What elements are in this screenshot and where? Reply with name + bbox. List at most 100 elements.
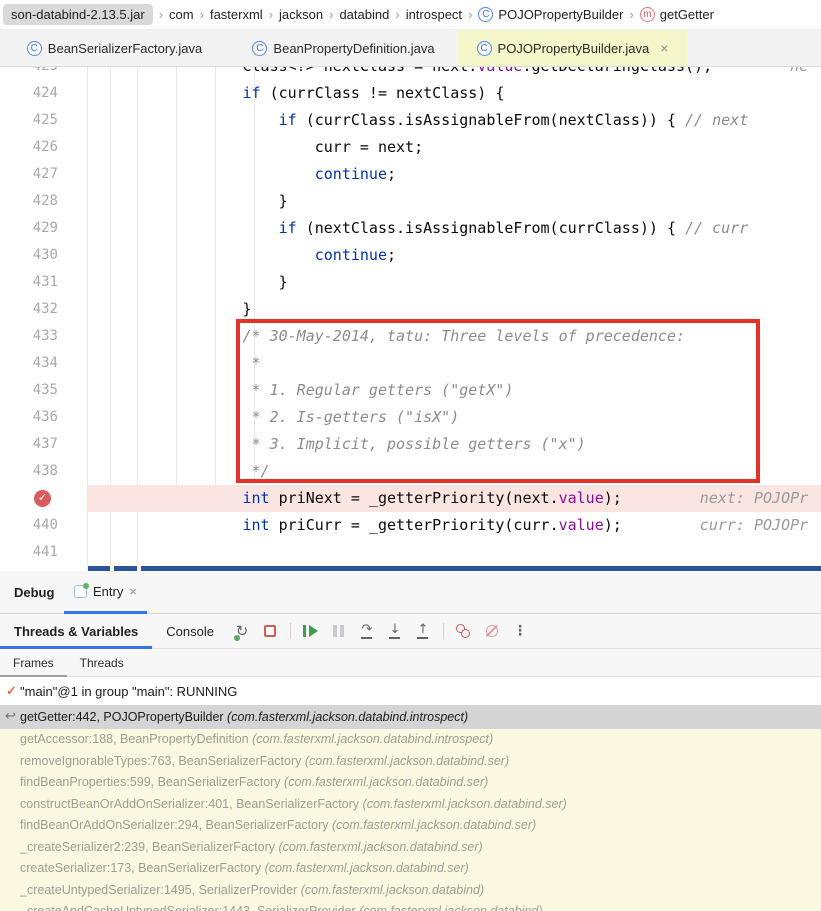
class-icon: C	[252, 41, 267, 56]
line-number[interactable]: 434	[0, 350, 58, 377]
stack-frame[interactable]: _createAndCacheUntypedSerializer:1443, S…	[0, 901, 821, 911]
code-line-430[interactable]: 430 continue;	[0, 242, 821, 269]
frame-location: _createUntypedSerializer:1495, Serialize…	[20, 883, 301, 897]
step-out-icon[interactable]: ↑	[411, 620, 435, 642]
code-line-text: }	[98, 188, 288, 215]
stack-frame[interactable]: constructBeanOrAddOnSerializer:401, Bean…	[0, 794, 821, 816]
rerun-icon[interactable]: ↻	[230, 620, 254, 642]
stop-icon[interactable]	[258, 620, 282, 642]
code-line-432[interactable]: 432 }	[0, 296, 821, 323]
line-number[interactable]: 427	[0, 161, 58, 188]
resume-icon[interactable]	[299, 620, 323, 642]
code-line-437[interactable]: 437 * 3. Implicit, possible getters ("x"…	[0, 431, 821, 458]
code-line-text: Class<?> nextClass = next.value.getDecla…	[98, 67, 808, 80]
line-number[interactable]: 431	[0, 269, 58, 296]
line-number[interactable]: 430	[0, 242, 58, 269]
stack-frame[interactable]: removeIgnorableTypes:763, BeanSerializer…	[0, 751, 821, 773]
frame-package: (com.fasterxml.jackson.databind.ser)	[278, 840, 482, 854]
breadcrumb-item-jackson[interactable]: jackson	[279, 7, 323, 22]
debug-session-tab-entry[interactable]: Entry ×	[64, 571, 147, 614]
frame-location: findBeanProperties:599, BeanSerializerFa…	[20, 775, 284, 789]
stack-frame[interactable]: findBeanProperties:599, BeanSerializerFa…	[0, 772, 821, 794]
code-line-439[interactable]: ✓ int priNext = _getterPriority(next.val…	[0, 485, 821, 512]
tab-label: BeanSerializerFactory.java	[48, 41, 202, 56]
line-number[interactable]: 438	[0, 458, 58, 485]
line-number[interactable]: 440	[0, 512, 58, 539]
code-line-441[interactable]: 441	[0, 539, 821, 566]
stack-frame[interactable]: _createUntypedSerializer:1495, Serialize…	[0, 880, 821, 902]
tab-console[interactable]: Console	[152, 614, 228, 649]
code-editor[interactable]: 423 Class<?> nextClass = next.value.getD…	[0, 67, 821, 571]
step-into-icon[interactable]: ↓	[383, 620, 407, 642]
breakpoint-icon[interactable]: ✓	[34, 490, 51, 507]
code-line-429[interactable]: 429 if (nextClass.isAssignableFrom(currC…	[0, 215, 821, 242]
session-tab-close-icon[interactable]: ×	[129, 584, 137, 599]
line-number[interactable]: 433	[0, 323, 58, 350]
code-line-424[interactable]: 424 if (currClass != nextClass) {	[0, 80, 821, 107]
editor-tab-beanpropertydefinition-java[interactable]: CBeanPropertyDefinition.java	[229, 30, 458, 66]
breadcrumb-item-com[interactable]: com	[169, 7, 194, 22]
mute-breakpoints-icon[interactable]	[480, 620, 504, 642]
frame-location: constructBeanOrAddOnSerializer:401, Bean…	[20, 797, 363, 811]
breadcrumb-item-pojopropertybuilder[interactable]: CPOJOPropertyBuilder	[478, 7, 623, 22]
stack-frame[interactable]: _createSerializer2:239, BeanSerializerFa…	[0, 837, 821, 859]
more-icon[interactable]: ⋮	[508, 620, 532, 642]
editor-tab-pojopropertybuilder-java[interactable]: CPOJOPropertyBuilder.java×	[458, 30, 687, 66]
editor-tab-bar: CBeanSerializerFactory.javaCBeanProperty…	[0, 30, 821, 67]
code-line-440[interactable]: 440 int priCurr = _getterPriority(curr.v…	[0, 512, 821, 539]
chevron-separator-icon: ›	[200, 7, 204, 22]
line-number[interactable]: 424	[0, 80, 58, 107]
editor-bottom-divider	[114, 566, 137, 571]
line-number[interactable]: 425	[0, 107, 58, 134]
line-number[interactable]: 437	[0, 431, 58, 458]
method-icon: m	[640, 7, 655, 22]
thread-status-text: "main"@1 in group "main": RUNNING	[20, 684, 237, 699]
line-number[interactable]: 428	[0, 188, 58, 215]
breadcrumb-item-fasterxml[interactable]: fasterxml	[210, 7, 263, 22]
line-number[interactable]: 429	[0, 215, 58, 242]
pause-icon[interactable]	[327, 620, 351, 642]
line-number[interactable]: 435	[0, 377, 58, 404]
code-line-427[interactable]: 427 continue;	[0, 161, 821, 188]
code-line-433[interactable]: 433 /* 30-May-2014, tatu: Three levels o…	[0, 323, 821, 350]
breadcrumb-item-databind[interactable]: databind	[339, 7, 389, 22]
code-line-436[interactable]: 436 * 2. Is-getters ("isX")	[0, 404, 821, 431]
code-line-431[interactable]: 431 }	[0, 269, 821, 296]
tab-frames[interactable]: Frames	[0, 649, 67, 677]
stack-frame[interactable]: ↩getGetter:442, POJOPropertyBuilder (com…	[0, 705, 821, 729]
frame-package: (com.fasterxml.jackson.databind.ser)	[265, 861, 469, 875]
line-number[interactable]: 432	[0, 296, 58, 323]
code-line-428[interactable]: 428 }	[0, 188, 821, 215]
stack-frame[interactable]: createSerializer:173, BeanSerializerFact…	[0, 858, 821, 880]
code-line-425[interactable]: 425 if (currClass.isAssignableFrom(nextC…	[0, 107, 821, 134]
editor-tab-beanserializerfactory-java[interactable]: CBeanSerializerFactory.java	[0, 30, 229, 66]
tab-threads[interactable]: Threads	[67, 649, 137, 677]
line-number[interactable]: 436	[0, 404, 58, 431]
code-line-438[interactable]: 438 */	[0, 458, 821, 485]
breadcrumb-item-son-databind-2-13-5-jar[interactable]: son-databind-2.13.5.jar	[3, 4, 153, 25]
step-over-icon[interactable]: ↷	[355, 620, 379, 642]
line-number[interactable]: 423	[0, 67, 58, 80]
frame-package: (com.fasterxml.jackson.databind)	[359, 904, 542, 911]
frame-location: findBeanOrAddOnSerializer:294, BeanSeria…	[20, 818, 332, 832]
code-line-text: }	[98, 269, 288, 296]
tab-threads-variables[interactable]: Threads & Variables	[0, 614, 152, 649]
line-number[interactable]: 441	[0, 539, 58, 566]
inline-debug-hint: ne	[790, 67, 808, 75]
line-number[interactable]: 426	[0, 134, 58, 161]
code-line-426[interactable]: 426 curr = next;	[0, 134, 821, 161]
code-line-423[interactable]: 423 Class<?> nextClass = next.value.getD…	[0, 67, 821, 80]
code-line-435[interactable]: 435 * 1. Regular getters ("getX")	[0, 377, 821, 404]
code-line-434[interactable]: 434 *	[0, 350, 821, 377]
thread-status-row[interactable]: ✓ "main"@1 in group "main": RUNNING	[0, 677, 821, 705]
view-breakpoints-icon[interactable]	[452, 620, 476, 642]
inline-debug-hint: curr: POJOPr	[700, 516, 808, 534]
frame-location: _createAndCacheUntypedSerializer:1443, S…	[20, 904, 359, 911]
breadcrumb-item-introspect[interactable]: introspect	[406, 7, 462, 22]
stack-frame[interactable]: findBeanOrAddOnSerializer:294, BeanSeria…	[0, 815, 821, 837]
tab-close-icon[interactable]: ×	[660, 40, 668, 56]
stack-frame[interactable]: getAccessor:188, BeanPropertyDefinition …	[0, 729, 821, 751]
breadcrumb-label: POJOPropertyBuilder	[498, 7, 623, 22]
execution-point-icon: ↩	[5, 705, 16, 729]
breadcrumb-item-getgetter[interactable]: mgetGetter	[640, 7, 714, 22]
